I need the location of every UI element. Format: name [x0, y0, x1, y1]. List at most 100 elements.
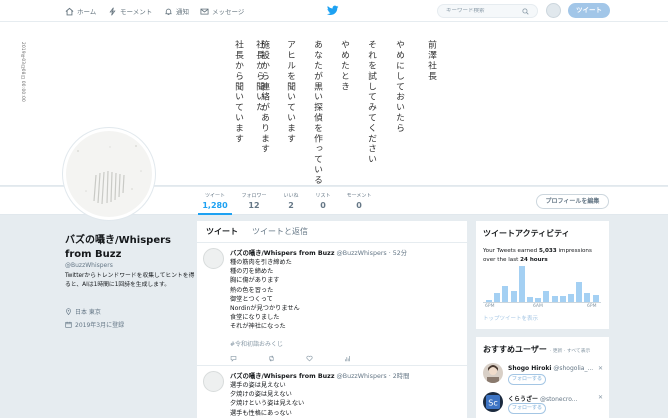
nav-notifications[interactable]: 通知	[164, 5, 189, 17]
follow-button[interactable]: フォローする	[508, 403, 546, 414]
nav-notifications-label: 通知	[176, 8, 189, 16]
recommended-user-handle[interactable]: @stonecro...	[540, 396, 578, 403]
search-box[interactable]	[437, 4, 538, 18]
follow-button[interactable]: フォローする	[508, 374, 546, 385]
dismiss-icon[interactable]: ✕	[598, 394, 603, 401]
profile-avatar[interactable]	[63, 128, 155, 220]
activity-text-prefix: Your Tweets earned	[483, 248, 538, 254]
tweet-author-handle[interactable]: @BuzzWhispers	[337, 373, 387, 380]
tweet-author-name[interactable]: バズの囁き/Whispers from Buzz	[230, 250, 334, 257]
tab-tweets[interactable]: ツイート	[206, 226, 238, 237]
recommended-user-name-line: Shogo Hiroki @shogolia_...	[508, 365, 593, 372]
tweet-avatar[interactable]	[203, 371, 224, 392]
tweet-author-handle[interactable]: @BuzzWhispers	[337, 250, 387, 257]
recommended-user-handle[interactable]: @shogolia_...	[553, 365, 593, 372]
who-to-follow-title: おすすめユーザー · 更新 · すべて表示	[476, 337, 609, 355]
tweet-line: 胸に傷があります	[230, 277, 280, 285]
recommended-user-name-line: くらうざー @stonecro...	[508, 394, 578, 403]
profile-location: 日本 東京	[65, 307, 101, 316]
recommended-user[interactable]: Sc くらうざー @stonecro... フォローする ✕	[483, 392, 603, 416]
tweet-author-name[interactable]: バズの囁き/Whispers from Buzz	[230, 373, 334, 380]
poem-line: やめたとき	[339, 40, 349, 92]
recommended-user-avatar[interactable]: Sc	[483, 392, 503, 412]
tweet[interactable]: バズの囁き/Whispers from Buzz @BuzzWhispers ·…	[197, 366, 467, 418]
tweet-hashtag[interactable]: #令和初詣おみくじ	[230, 339, 467, 348]
poem-line: 社長から聞いた	[254, 40, 264, 113]
activity-bar[interactable]	[494, 293, 501, 302]
profile-handle[interactable]: @BuzzWhispers	[65, 262, 113, 269]
stat-likes-label: いいね	[283, 193, 299, 199]
tweet-time[interactable]: 52分	[393, 250, 407, 257]
recommended-user-avatar[interactable]	[483, 363, 503, 383]
profile-name: バズの囁き/Whispers from Buzz	[65, 235, 172, 260]
home-icon	[65, 7, 74, 15]
tweet-body: 選手の姿は見えない 夕焼けの姿は見えない 夕焼けという姿は見えない 選手も性格に…	[230, 381, 467, 418]
activity-bar[interactable]	[502, 286, 509, 302]
stat-tweets[interactable]: ツイート 1,280	[198, 192, 232, 215]
activity-bar[interactable]	[543, 291, 550, 302]
tab-tweets-and-replies[interactable]: ツイートと返信	[252, 226, 308, 237]
tweet-line: 熱の色を習った	[230, 286, 274, 294]
tweet[interactable]: バズの囁き/Whispers from Buzz @BuzzWhispers ·…	[197, 243, 467, 366]
banner-date: 2019年03月08日 00:00:00	[21, 42, 26, 103]
activity-bar[interactable]	[568, 294, 574, 302]
top-navigation-bar: ホーム モーメント 通知 メッセージ ツイート	[0, 0, 668, 22]
rec-title-meta[interactable]: · 更新 · すべて表示	[550, 349, 591, 354]
analytics-icon[interactable]	[344, 355, 351, 362]
stat-lists-value: 0	[320, 201, 326, 210]
chart-axis-right: 6PM	[587, 304, 597, 309]
recommended-user-name[interactable]: くらうざー	[508, 396, 538, 403]
stat-moments[interactable]: モーメント 0	[341, 192, 377, 210]
stat-moments-label: モーメント	[346, 193, 372, 199]
profile-joined-text: 2019年3月に登録	[75, 322, 125, 329]
poem-line: 前澤社長	[426, 40, 436, 82]
activity-bar[interactable]	[527, 297, 533, 302]
stat-moments-value: 0	[356, 201, 362, 210]
lightning-icon	[109, 6, 116, 16]
tweet-line: 夕焼けという姿は見えない	[230, 400, 305, 408]
nav-moments[interactable]: モーメント	[108, 5, 152, 17]
recommended-user[interactable]: Shogo Hiroki @shogolia_... フォローする ✕	[483, 363, 603, 387]
tweet-line: 種の刃を締めた	[230, 268, 274, 276]
chart-axis-mid: 6AM	[533, 304, 543, 309]
tweet-line: 選手の姿は見えない	[230, 382, 286, 389]
search-icon[interactable]	[522, 7, 529, 15]
tweet-line: 食堂になりました	[230, 314, 280, 322]
view-top-tweets-link[interactable]: トップツイートを表示	[483, 314, 538, 322]
activity-bar[interactable]	[551, 296, 558, 302]
activity-bar[interactable]	[584, 293, 591, 302]
stat-likes[interactable]: いいね 2	[277, 192, 305, 210]
tweet-line: 夕焼けの姿は見えない	[230, 391, 292, 399]
activity-bar[interactable]	[535, 298, 542, 302]
nav-home[interactable]: ホーム	[65, 5, 96, 17]
search-input[interactable]	[446, 8, 516, 14]
tweet-header: バズの囁き/Whispers from Buzz @BuzzWhispers ·…	[230, 250, 408, 257]
stat-lists[interactable]: リスト 0	[310, 192, 336, 210]
activity-bar[interactable]	[576, 282, 583, 302]
tweet-actions	[230, 355, 467, 367]
dismiss-icon[interactable]: ✕	[598, 365, 603, 372]
tweet-header: バズの囁き/Whispers from Buzz @BuzzWhispers ·…	[230, 373, 410, 380]
nav-messages[interactable]: メッセージ	[200, 5, 244, 17]
recommended-user-name[interactable]: Shogo Hiroki	[508, 365, 551, 372]
stat-followers-label: フォロワー	[241, 193, 267, 199]
like-heart-icon[interactable]	[306, 355, 313, 362]
stat-followers[interactable]: フォロワー 12	[237, 192, 271, 210]
activity-bar[interactable]	[559, 296, 566, 302]
activity-bar[interactable]	[592, 295, 599, 302]
nav-avatar[interactable]	[546, 3, 561, 18]
poem-line: それを試してみてください	[366, 40, 376, 165]
poem-line: アヒルを聞いています	[285, 40, 295, 144]
activity-bar[interactable]	[510, 291, 517, 302]
activity-bar[interactable]	[518, 266, 525, 302]
activity-bar[interactable]	[486, 300, 492, 302]
edit-profile-button[interactable]: プロフィールを編集	[536, 194, 609, 209]
activity-bar-chart[interactable]	[483, 266, 601, 303]
tweet-avatar[interactable]	[203, 248, 224, 269]
reply-icon[interactable]	[230, 355, 237, 362]
twitter-bird-icon[interactable]	[327, 5, 339, 16]
compose-tweet-button[interactable]: ツイート	[568, 3, 610, 18]
retweet-icon[interactable]	[268, 355, 275, 362]
tweet-time[interactable]: 2時間	[393, 373, 410, 380]
envelope-icon	[200, 8, 209, 15]
